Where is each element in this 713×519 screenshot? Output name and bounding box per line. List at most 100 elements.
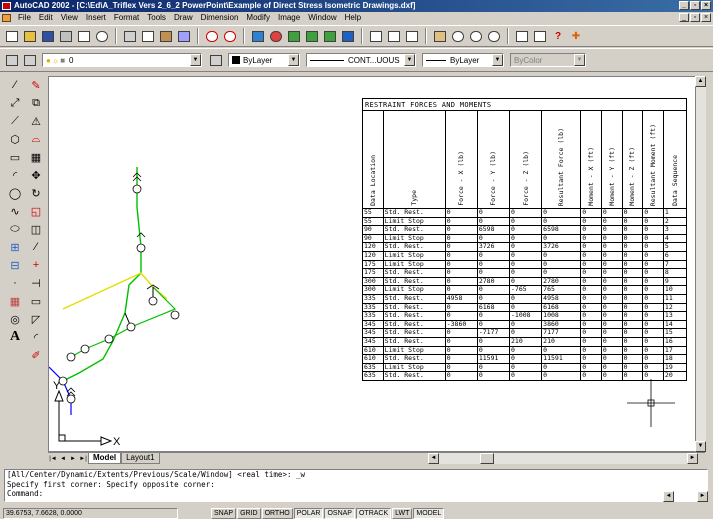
zoom-previous-icon[interactable] bbox=[486, 28, 502, 44]
copy-object-icon[interactable]: ⧉ bbox=[28, 95, 44, 111]
hyperlink-icon[interactable] bbox=[250, 28, 266, 44]
doc-close-button[interactable]: × bbox=[701, 13, 711, 22]
scroll-left-icon[interactable]: ◄ bbox=[663, 491, 674, 502]
menu-window[interactable]: Window bbox=[304, 12, 340, 24]
osnap-toggle[interactable]: OSNAP bbox=[324, 507, 355, 519]
polyline-icon[interactable]: ⟋ bbox=[7, 113, 23, 129]
tab-first-icon[interactable]: |◄ bbox=[48, 454, 58, 464]
cut-icon[interactable] bbox=[122, 28, 138, 44]
layer-dropdown[interactable]: ● ☼ ■ 0 ▼ bbox=[42, 53, 202, 67]
command-prompt[interactable]: Command: bbox=[7, 489, 707, 499]
node-marker[interactable] bbox=[170, 310, 180, 320]
scroll-left-icon[interactable]: ◄ bbox=[428, 453, 439, 464]
line-icon[interactable]: ⁄ bbox=[7, 77, 23, 93]
ucs-icon[interactable] bbox=[286, 28, 302, 44]
design-center-icon[interactable] bbox=[532, 28, 548, 44]
make-block-icon[interactable]: ⊟ bbox=[7, 257, 23, 273]
command-line[interactable]: [All/Center/Dynamic/Extents/Previous/Sca… bbox=[4, 469, 708, 502]
tab-prev-icon[interactable]: ◄ bbox=[58, 454, 68, 464]
array-icon[interactable]: ▦ bbox=[28, 149, 44, 165]
menu-image[interactable]: Image bbox=[274, 12, 304, 24]
find-icon[interactable] bbox=[94, 28, 110, 44]
region-icon[interactable]: ◎ bbox=[7, 311, 23, 327]
menu-edit[interactable]: Edit bbox=[35, 12, 57, 24]
grid-toggle[interactable]: GRID bbox=[237, 507, 261, 519]
today-icon[interactable]: ✚ bbox=[568, 28, 584, 44]
scroll-down-icon[interactable]: ▼ bbox=[695, 441, 706, 452]
rectangle-icon[interactable]: ▭ bbox=[7, 149, 23, 165]
open-folder-icon[interactable] bbox=[22, 28, 38, 44]
tab-last-icon[interactable]: ►| bbox=[78, 454, 88, 464]
menu-tools[interactable]: Tools bbox=[143, 12, 170, 24]
doc-minimize-button[interactable]: _ bbox=[679, 13, 689, 22]
node-marker[interactable] bbox=[66, 394, 76, 404]
scroll-right-icon[interactable]: ► bbox=[697, 491, 708, 502]
paste-icon[interactable] bbox=[158, 28, 174, 44]
move-icon[interactable]: ✥ bbox=[28, 167, 44, 183]
maximize-button[interactable]: ▫ bbox=[690, 1, 700, 10]
redo-icon[interactable] bbox=[222, 28, 238, 44]
scroll-right-icon[interactable]: ► bbox=[687, 453, 698, 464]
menu-modify[interactable]: Modify bbox=[242, 12, 274, 24]
color-dropdown[interactable]: ByLayer ▼ bbox=[228, 53, 300, 67]
polar-toggle[interactable]: POLAR bbox=[293, 507, 324, 519]
fillet-icon[interactable]: ◜ bbox=[28, 329, 44, 345]
print-icon[interactable] bbox=[58, 28, 74, 44]
menu-dimension[interactable]: Dimension bbox=[197, 12, 243, 24]
model-toggle[interactable]: MODEL bbox=[413, 507, 445, 519]
vertical-scrollbar[interactable]: ▲ ▼ bbox=[695, 76, 706, 452]
make-layer-current-icon[interactable] bbox=[22, 52, 38, 68]
lineweight-dropdown[interactable]: ByLayer ▼ bbox=[422, 53, 504, 67]
chevron-down-icon[interactable]: ▼ bbox=[404, 54, 415, 66]
tab-next-icon[interactable]: ► bbox=[68, 454, 78, 464]
point-icon[interactable]: · bbox=[7, 275, 23, 291]
3d-orbit-icon[interactable] bbox=[322, 28, 338, 44]
print-preview-icon[interactable] bbox=[76, 28, 92, 44]
trim-icon[interactable]: + bbox=[28, 257, 44, 273]
named-views-icon[interactable] bbox=[304, 28, 320, 44]
node-marker[interactable] bbox=[132, 184, 142, 194]
node-marker[interactable] bbox=[80, 344, 90, 354]
match-properties-icon[interactable] bbox=[176, 28, 192, 44]
rotate-icon[interactable]: ↻ bbox=[28, 185, 44, 201]
snap-toggle[interactable]: SNAP bbox=[211, 507, 237, 519]
doc-restore-button[interactable]: ▫ bbox=[690, 13, 700, 22]
polygon-icon[interactable]: ⬡ bbox=[7, 131, 23, 147]
node-marker[interactable] bbox=[104, 334, 114, 344]
offset-icon[interactable]: ⌓ bbox=[28, 131, 44, 147]
node-marker[interactable] bbox=[136, 243, 146, 253]
shade-icon[interactable] bbox=[340, 28, 356, 44]
tab-model[interactable]: Model bbox=[88, 453, 122, 464]
distance-icon[interactable] bbox=[368, 28, 384, 44]
node-marker[interactable] bbox=[148, 296, 158, 306]
help-icon[interactable]: ? bbox=[550, 28, 566, 44]
scroll-thumb[interactable] bbox=[480, 453, 494, 464]
layer-previous-icon[interactable] bbox=[208, 52, 224, 68]
erase-icon[interactable]: ✎ bbox=[28, 77, 44, 93]
node-marker[interactable] bbox=[66, 352, 76, 362]
scroll-up-icon[interactable]: ▲ bbox=[695, 76, 706, 87]
hatch-icon[interactable]: ▦ bbox=[7, 293, 23, 309]
lengthen-icon[interactable]: ⁄ bbox=[28, 239, 44, 255]
menu-help[interactable]: Help bbox=[341, 12, 365, 24]
horizontal-scrollbar[interactable]: ◄ ► bbox=[428, 453, 698, 464]
undo-icon[interactable] bbox=[204, 28, 220, 44]
insert-block-icon[interactable]: ⊞ bbox=[7, 239, 23, 255]
document-icon[interactable] bbox=[2, 14, 11, 22]
lwt-toggle[interactable]: LWT bbox=[392, 507, 413, 519]
chamfer-icon[interactable]: ◸ bbox=[28, 311, 44, 327]
copy-icon[interactable] bbox=[140, 28, 156, 44]
circle-icon[interactable]: ◯ bbox=[7, 185, 23, 201]
save-icon[interactable] bbox=[40, 28, 56, 44]
tab-layout1[interactable]: Layout1 bbox=[121, 453, 160, 464]
spline-icon[interactable]: ∿ bbox=[7, 203, 23, 219]
scale-icon[interactable]: ◱ bbox=[28, 203, 44, 219]
node-marker[interactable] bbox=[126, 322, 136, 332]
minimize-button[interactable]: _ bbox=[679, 1, 689, 10]
menu-view[interactable]: View bbox=[57, 12, 82, 24]
menu-draw[interactable]: Draw bbox=[170, 12, 197, 24]
chevron-down-icon[interactable]: ▼ bbox=[190, 54, 201, 66]
menu-format[interactable]: Format bbox=[110, 12, 143, 24]
zoom-realtime-icon[interactable] bbox=[450, 28, 466, 44]
menu-file[interactable]: File bbox=[14, 12, 35, 24]
